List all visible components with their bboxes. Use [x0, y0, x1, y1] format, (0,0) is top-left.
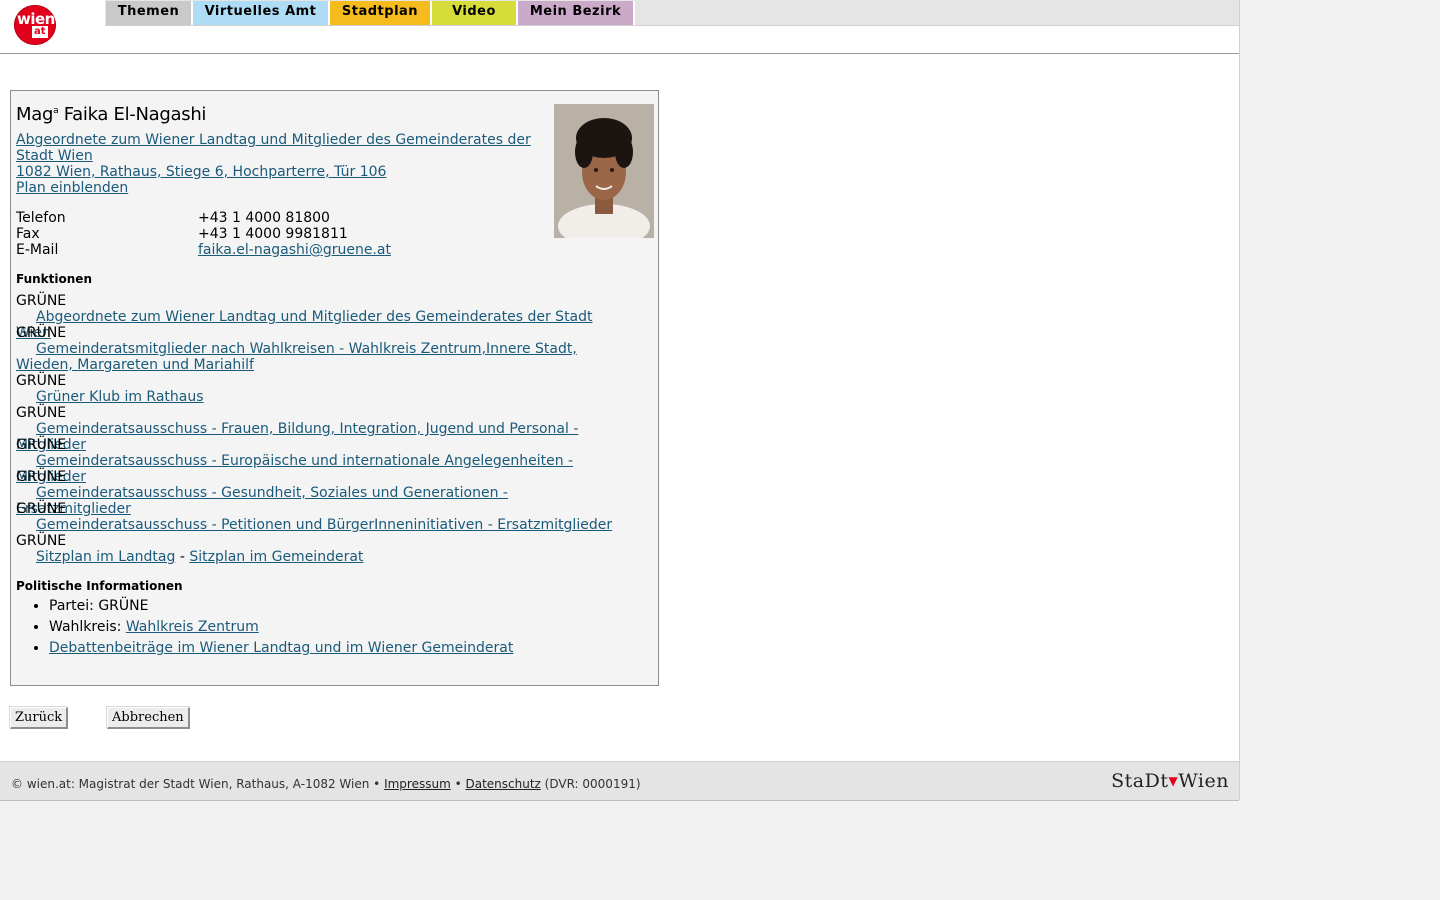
site-footer: © wien.at: Magistrat der Stadt Wien, Rat… [0, 761, 1239, 801]
function-link[interactable]: Gemeinderatsausschuss - Petitionen und B… [16, 517, 616, 533]
wien-at-logo[interactable]: wien at [14, 5, 56, 45]
function-party: GRÜNE [16, 501, 67, 517]
address-link[interactable]: 1082 Wien, Rathaus, Stiege 6, Hochparter… [16, 164, 386, 180]
fax-value: +43 1 4000 9981811 [198, 226, 348, 242]
function-link[interactable]: Gemeinderatsmitglieder nach Wahlkreisen … [16, 341, 616, 373]
impressum-link[interactable]: Impressum [384, 777, 451, 791]
function-party: GRÜNE [16, 533, 67, 549]
tab-virtuelles-amt[interactable]: Virtuelles Amt [193, 1, 330, 25]
back-button[interactable]: Zurück [10, 707, 69, 729]
function-link[interactable]: Gemeinderatsausschuss - Frauen, Bildung,… [16, 421, 616, 453]
email-label: E-Mail [16, 242, 59, 258]
role-link-line-1[interactable]: Abgeordnete zum Wiener Landtag und Mitgl… [16, 132, 531, 148]
role-link-line-2[interactable]: Stadt Wien [16, 148, 93, 164]
fax-label: Fax [16, 226, 40, 242]
privacy-link[interactable]: Datenschutz [465, 777, 540, 791]
tab-video[interactable]: Video [432, 1, 518, 25]
email-link[interactable]: faika.el-nagashi@gruene.at [198, 242, 391, 258]
logo-sub-text: at [32, 26, 48, 38]
show-map-link[interactable]: Plan einblenden [16, 180, 128, 196]
seating-plan-landtag-link[interactable]: Sitzplan im Landtag [36, 549, 175, 565]
function-party: GRÜNE [16, 373, 67, 389]
functions-heading: Funktionen [16, 272, 92, 286]
tab-themen[interactable]: Themen [106, 1, 193, 25]
tab-stadtplan[interactable]: Stadtplan [330, 1, 432, 25]
page: wien at Themen Virtuelles Amt Stadtplan … [0, 0, 1240, 801]
function-link[interactable]: Gemeinderatsausschuss - Europäische und … [16, 453, 616, 485]
portrait-photo [554, 104, 654, 238]
function-link[interactable]: Gemeinderatsausschuss - Gesundheit, Sozi… [16, 485, 616, 517]
cancel-button[interactable]: Abbrechen [107, 707, 190, 729]
party-value: GRÜNE [98, 598, 149, 614]
seating-separator: - [175, 549, 190, 565]
district-link[interactable]: Wahlkreis Zentrum [126, 619, 259, 635]
function-link[interactable]: Grüner Klub im Rathaus [16, 389, 616, 405]
political-info-list: Partei: GRÜNE Wahlkreis: Wahlkreis Zentr… [11, 596, 513, 659]
site-header: wien at Themen Virtuelles Amt Stadtplan … [0, 0, 1239, 54]
tab-mein-bezirk[interactable]: Mein Bezirk [518, 1, 635, 25]
function-party: GRÜNE [16, 325, 67, 341]
person-card: Maga Faika El-Nagashi Abgeordnete zum Wi… [10, 90, 659, 686]
function-party: GRÜNE [16, 405, 67, 421]
function-party: GRÜNE [16, 469, 67, 485]
stadt-wien-logo[interactable]: StaDt▼Wien [1111, 770, 1229, 792]
shield-icon: ▼ [1168, 774, 1179, 788]
seating-plan-row: Sitzplan im Landtag - Sitzplan im Gemein… [16, 549, 616, 565]
phone-value: +43 1 4000 81800 [198, 210, 330, 226]
function-link[interactable]: Abgeordnete zum Wiener Landtag und Mitgl… [16, 309, 616, 341]
political-info-heading: Politische Informationen [16, 579, 183, 593]
phone-label: Telefon [16, 210, 66, 226]
footer-text: © wien.at: Magistrat der Stadt Wien, Rat… [11, 777, 641, 791]
function-party: GRÜNE [16, 293, 67, 309]
seating-plan-gemeinderat-link[interactable]: Sitzplan im Gemeinderat [189, 549, 363, 565]
list-item: Debattenbeiträge im Wiener Landtag und i… [49, 638, 513, 659]
list-item: Partei: GRÜNE [49, 596, 513, 617]
debates-link[interactable]: Debattenbeiträge im Wiener Landtag und i… [49, 640, 513, 656]
function-party: GRÜNE [16, 437, 67, 453]
person-name: Maga Faika El-Nagashi [16, 104, 207, 125]
list-item: Wahlkreis: Wahlkreis Zentrum [49, 617, 513, 638]
